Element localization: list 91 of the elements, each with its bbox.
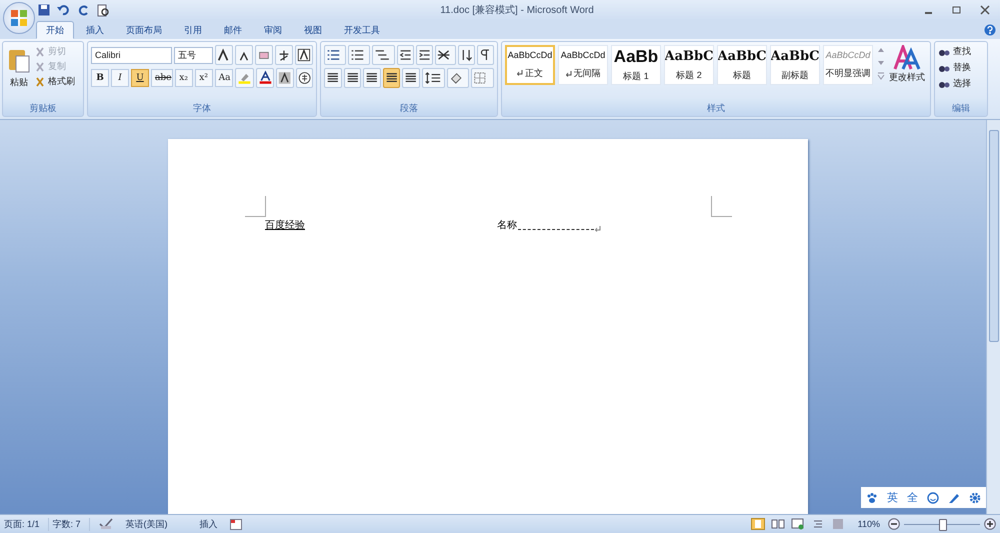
shading-icon[interactable] bbox=[446, 68, 470, 88]
paragraph-mark-icon bbox=[595, 226, 601, 232]
restore-icon[interactable] bbox=[952, 5, 962, 15]
editing-button[interactable]: 查找 bbox=[938, 45, 984, 58]
reading-layout-icon[interactable] bbox=[770, 517, 786, 531]
shrink-font-icon[interactable] bbox=[235, 45, 254, 65]
enclose-char-icon[interactable] bbox=[296, 68, 314, 88]
grow-font-icon[interactable] bbox=[215, 45, 234, 65]
format-button[interactable]: I bbox=[111, 69, 129, 87]
ribbon-tab[interactable]: 引用 bbox=[174, 21, 212, 39]
show-marks-icon[interactable] bbox=[476, 45, 494, 65]
font-name-dropdown[interactable]: Calibri bbox=[91, 46, 172, 64]
group-label: 段落 bbox=[399, 102, 419, 115]
style-item[interactable]: AaBbCcDd 正文 bbox=[505, 45, 555, 85]
align-icon[interactable] bbox=[363, 68, 381, 88]
zoom-level[interactable]: 110% bbox=[858, 519, 880, 529]
group-label: 剪贴板 bbox=[28, 102, 58, 115]
clipboard-button[interactable]: 格式刷 bbox=[35, 75, 75, 88]
clipboard-icon bbox=[8, 47, 30, 73]
window-title: 11.doc [兼容模式] - Microsoft Word bbox=[439, 4, 595, 17]
save-icon[interactable] bbox=[38, 4, 50, 16]
print-layout-icon[interactable] bbox=[750, 517, 766, 531]
redo-icon[interactable] bbox=[78, 4, 90, 16]
letters-a-icon bbox=[893, 45, 921, 71]
editing-button[interactable]: 选择 bbox=[938, 77, 984, 90]
pen-icon[interactable] bbox=[948, 492, 960, 504]
ime-button[interactable]: 全 bbox=[907, 490, 918, 505]
char-border-icon[interactable] bbox=[295, 45, 313, 65]
change-styles-button[interactable]: 更改样式 bbox=[889, 45, 925, 102]
undo-icon[interactable] bbox=[57, 4, 71, 16]
crop-mark bbox=[245, 196, 266, 217]
group-label: 字体 bbox=[192, 102, 212, 115]
ribbon-tab[interactable]: 开发工具 bbox=[334, 21, 390, 39]
language-indicator[interactable]: 英语(美国) bbox=[122, 518, 196, 530]
smiley-icon[interactable] bbox=[927, 492, 939, 504]
ribbon-tab[interactable]: 视图 bbox=[294, 21, 332, 39]
web-layout-icon[interactable] bbox=[790, 517, 806, 531]
increase-indent-icon[interactable] bbox=[416, 45, 434, 65]
ribbon-tab[interactable]: 邮件 bbox=[214, 21, 252, 39]
page-count[interactable]: 页面: 1/1 bbox=[4, 518, 49, 530]
ime-button[interactable]: 英 bbox=[887, 490, 898, 505]
style-item[interactable]: AaBbCcDd 不明显强调 bbox=[823, 45, 873, 85]
ribbon-tab[interactable]: 开始 bbox=[36, 21, 74, 39]
group-label: 编辑 bbox=[951, 102, 971, 115]
borders-icon[interactable] bbox=[471, 68, 494, 88]
align-icon[interactable] bbox=[382, 68, 400, 88]
settings-icon[interactable] bbox=[969, 492, 981, 504]
decrease-indent-icon[interactable] bbox=[396, 45, 414, 65]
office-logo bbox=[10, 9, 28, 27]
zoom-out-icon[interactable] bbox=[888, 518, 900, 530]
document-text: 百度经验 bbox=[265, 218, 305, 232]
style-item[interactable]: AaBbCcDd 无间隔 bbox=[558, 45, 608, 85]
format-button[interactable]: B bbox=[91, 69, 109, 87]
paste-button[interactable]: 粘贴 bbox=[6, 45, 32, 102]
numbering-icon[interactable] bbox=[348, 45, 370, 65]
group-label: 样式 bbox=[706, 102, 726, 115]
help-icon[interactable] bbox=[984, 24, 996, 36]
document-text: 名称 bbox=[497, 219, 517, 232]
crop-mark bbox=[711, 196, 732, 217]
format-button[interactable]: x² bbox=[194, 69, 213, 87]
zoom-in-icon[interactable] bbox=[984, 518, 996, 530]
ribbon-tab[interactable]: 审阅 bbox=[254, 21, 292, 39]
format-button[interactable]: x₂ bbox=[174, 69, 193, 87]
bullets-icon[interactable] bbox=[324, 45, 346, 65]
print-preview-icon[interactable] bbox=[97, 4, 110, 16]
line-spacing-icon[interactable] bbox=[422, 68, 445, 88]
insert-mode[interactable]: 插入 bbox=[200, 518, 222, 530]
align-icon[interactable] bbox=[402, 68, 420, 88]
office-button[interactable] bbox=[3, 2, 35, 34]
editing-button[interactable]: 替换 bbox=[938, 61, 984, 74]
chinese-layout-icon[interactable] bbox=[435, 45, 456, 65]
align-icon[interactable] bbox=[344, 68, 362, 88]
font-color-icon[interactable] bbox=[256, 68, 274, 88]
sort-icon[interactable] bbox=[458, 45, 475, 65]
word-count[interactable]: 字数: 7 bbox=[52, 518, 90, 530]
paw-icon[interactable] bbox=[866, 492, 878, 504]
clear-format-icon[interactable] bbox=[255, 45, 274, 65]
phonetic-icon[interactable] bbox=[275, 45, 294, 65]
ribbon-tab[interactable]: 页面布局 bbox=[116, 21, 172, 39]
format-button[interactable]: U bbox=[131, 69, 149, 87]
vertical-scrollbar[interactable] bbox=[986, 120, 1000, 514]
ribbon-tab[interactable]: 插入 bbox=[76, 21, 114, 39]
zoom-slider[interactable] bbox=[939, 518, 947, 530]
multilevel-list-icon[interactable] bbox=[372, 45, 395, 65]
format-button[interactable]: abe bbox=[151, 69, 173, 87]
close-icon[interactable] bbox=[980, 5, 990, 15]
format-button[interactable]: Aa bbox=[214, 69, 233, 87]
align-icon[interactable] bbox=[324, 68, 342, 88]
font-size-dropdown[interactable]: 五号 bbox=[174, 46, 214, 64]
char-shading-icon[interactable] bbox=[276, 68, 294, 88]
style-item[interactable]: AaBb 标题 1 bbox=[611, 45, 661, 85]
